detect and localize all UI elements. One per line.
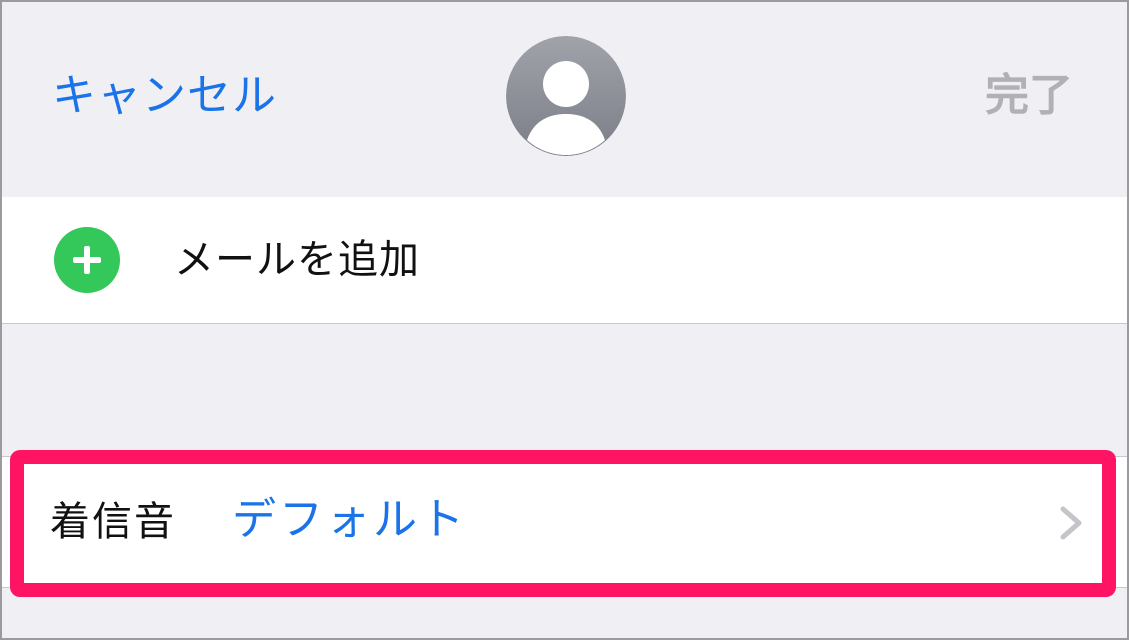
navigation-header: キャンセル 完了 [0,0,1129,196]
add-email-label: メールを追加 [174,237,420,283]
done-button[interactable]: 完了 [985,66,1073,126]
chevron-right-icon [1060,506,1082,540]
cancel-button[interactable]: キャンセル [52,66,277,126]
person-avatar-icon [506,36,626,156]
ringtone-value: デフォルト [232,494,467,545]
add-circle-icon[interactable] [54,227,120,293]
ringtone-label: 着信音 [50,499,176,545]
add-email-row[interactable]: メールを追加 [2,197,1127,324]
ringtone-row[interactable]: 着信音 デフォルト [2,456,1127,588]
contact-photo-avatar[interactable] [506,36,626,156]
